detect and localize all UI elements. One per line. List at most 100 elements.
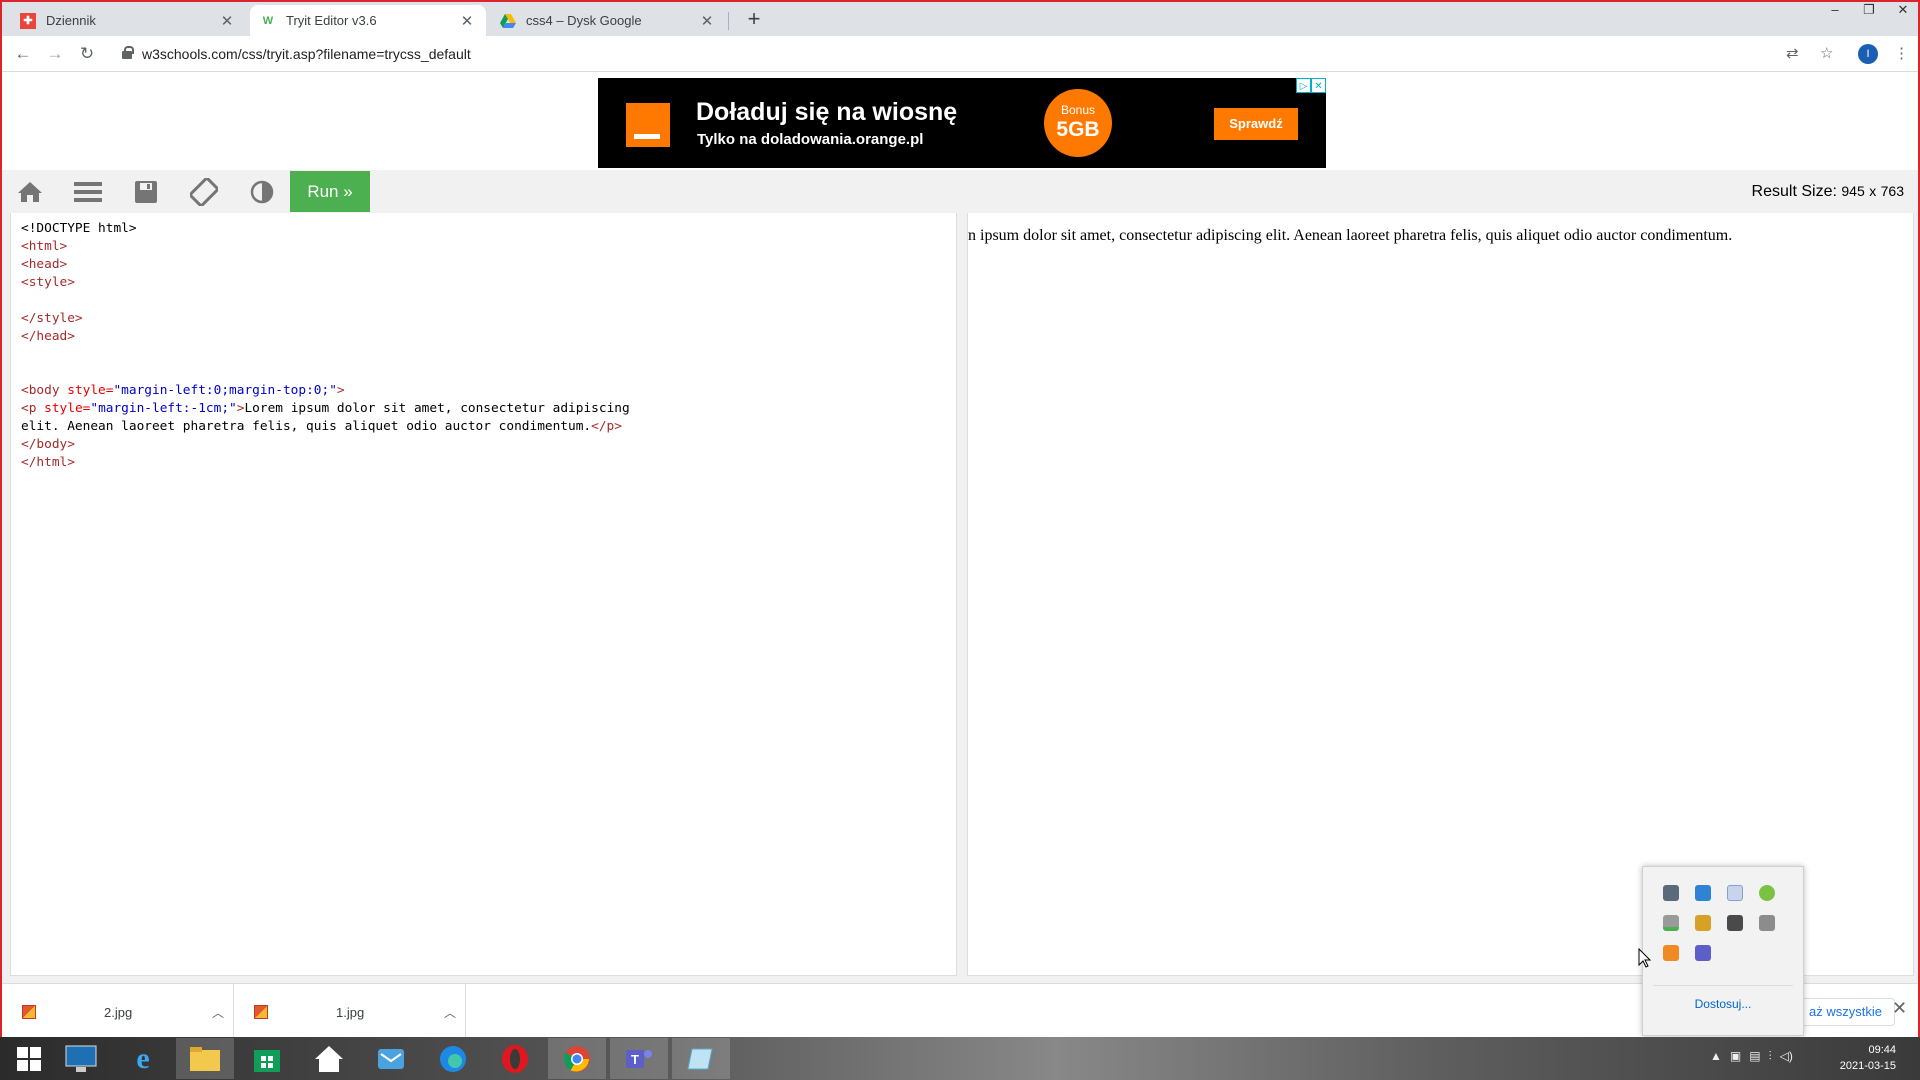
- teams-icon[interactable]: T: [610, 1038, 668, 1079]
- orange-banner-ad[interactable]: Doładuj się na wiosnę Tylko na doladowan…: [598, 78, 1326, 168]
- bookmark-star-icon[interactable]: ☆: [1820, 44, 1833, 62]
- home-icon[interactable]: [14, 176, 46, 208]
- code-token: </p>: [591, 419, 622, 434]
- dark-mode-icon[interactable]: [246, 176, 278, 208]
- tab-google-drive[interactable]: css4 – Dysk Google ✕: [490, 5, 726, 36]
- download-filename: 1.jpg: [336, 1004, 365, 1020]
- orange-logo: [626, 103, 670, 147]
- code-line[interactable]: <style>: [21, 274, 956, 292]
- result-paragraph: n ipsum dolor sit amet, consectetur adip…: [968, 227, 1733, 244]
- profile-avatar[interactable]: I: [1858, 44, 1878, 64]
- edge-icon[interactable]: [424, 1038, 482, 1079]
- code-line[interactable]: [21, 292, 956, 310]
- ad-close-icon[interactable]: ✕: [1311, 78, 1326, 93]
- lenovo-icon[interactable]: [52, 1038, 110, 1079]
- adchoices-icon[interactable]: ▷: [1296, 78, 1311, 93]
- teams-tray-icon[interactable]: [1695, 945, 1711, 961]
- bonus-label: Bonus: [1060, 103, 1096, 117]
- taskbar: e T ▲ ▣ ▤ ⫶ ◁) 09:44 2021-03-15: [0, 1037, 1920, 1080]
- chevron-up-icon[interactable]: ︿: [435, 1004, 465, 1021]
- code-line[interactable]: <html>: [21, 238, 956, 256]
- save-icon[interactable]: [130, 176, 162, 208]
- translate-icon[interactable]: ⇄: [1786, 44, 1799, 62]
- wifi-icon[interactable]: ⫶: [1769, 1049, 1772, 1064]
- close-window-icon[interactable]: ✕: [1888, 2, 1918, 22]
- code-token: <style>: [21, 275, 75, 290]
- code-line[interactable]: elit. Aenean laoreet pharetra felis, qui…: [21, 418, 956, 436]
- display-icon[interactable]: [1663, 885, 1679, 901]
- download-item[interactable]: 1.jpg ︿: [234, 984, 466, 1040]
- security-icon[interactable]: [1663, 915, 1679, 931]
- address-bar[interactable]: w3schools.com/css/tryit.asp?filename=try…: [110, 40, 1830, 68]
- forward-icon[interactable]: →: [42, 41, 68, 67]
- minimize-icon[interactable]: –: [1820, 2, 1850, 22]
- code-line[interactable]: <!DOCTYPE html>: [21, 220, 956, 238]
- home-icon[interactable]: [300, 1038, 358, 1079]
- svg-text:T: T: [631, 1052, 639, 1067]
- result-size: Result Size: 945 x 763: [1752, 183, 1904, 201]
- result-iframe[interactable]: n ipsum dolor sit amet, consectetur adip…: [967, 213, 1914, 976]
- result-width: 945: [1841, 183, 1865, 199]
- store-icon[interactable]: [238, 1038, 296, 1079]
- clock[interactable]: 09:44 2021-03-15: [1840, 1042, 1896, 1074]
- close-tab-icon[interactable]: ✕: [458, 12, 476, 30]
- update-icon[interactable]: [1759, 885, 1775, 901]
- explorer-icon[interactable]: [176, 1038, 234, 1079]
- result-x: x: [1869, 183, 1877, 199]
- java-icon[interactable]: [1663, 945, 1679, 961]
- bluetooth-icon[interactable]: [1727, 885, 1743, 901]
- run-button[interactable]: Run »: [290, 171, 370, 212]
- code-line[interactable]: </head>: [21, 328, 956, 346]
- adchoices[interactable]: ▷ ✕: [1296, 78, 1326, 93]
- menu-icon[interactable]: [72, 176, 104, 208]
- code-line[interactable]: [21, 364, 956, 382]
- code-line[interactable]: [21, 346, 956, 364]
- download-item[interactable]: 2.jpg ︿: [2, 984, 234, 1040]
- code-token: "margin-left:0;margin-top:0;": [113, 383, 337, 398]
- keyboard-icon[interactable]: [1727, 915, 1743, 931]
- ie-icon[interactable]: e: [114, 1038, 172, 1079]
- code-line[interactable]: </body>: [21, 436, 956, 454]
- network-icon[interactable]: [1695, 885, 1711, 901]
- package-icon[interactable]: [1695, 915, 1711, 931]
- start-icon[interactable]: [0, 1038, 58, 1079]
- network-status-icon[interactable]: ▣: [1730, 1049, 1741, 1064]
- notepad-icon[interactable]: [672, 1038, 730, 1079]
- ad-cta-button[interactable]: Sprawdź: [1214, 108, 1298, 140]
- chrome-icon[interactable]: [548, 1038, 606, 1079]
- code-line[interactable]: </html>: [21, 454, 956, 472]
- code-editor[interactable]: <!DOCTYPE html> <html> <head> <style> </styl…: [10, 213, 957, 976]
- customize-link[interactable]: Dostosuj...: [1643, 997, 1803, 1011]
- close-download-bar-icon[interactable]: ✕: [1892, 998, 1907, 1019]
- volume-icon[interactable]: ◁): [1780, 1049, 1793, 1064]
- code-line[interactable]: <p style="margin-left:-1cm;">Lorem ipsum…: [21, 400, 956, 418]
- printer-icon[interactable]: [1759, 915, 1775, 931]
- battery-icon[interactable]: ▤: [1749, 1049, 1760, 1064]
- back-icon[interactable]: ←: [10, 41, 36, 67]
- ad-headline: Doładuj się na wiosnę: [696, 98, 958, 126]
- w3schools-favicon: W: [262, 14, 274, 27]
- code-token: </body>: [21, 437, 75, 452]
- show-all-button[interactable]: aż wszystkie: [1796, 998, 1895, 1026]
- google-drive-favicon: [500, 13, 516, 29]
- opera-icon[interactable]: [486, 1038, 544, 1079]
- new-tab-button[interactable]: +: [740, 6, 768, 32]
- tab-dziennik[interactable]: ✚ Dziennik ✕: [10, 5, 246, 36]
- close-tab-icon[interactable]: ✕: [218, 12, 236, 30]
- code-line[interactable]: <body style="margin-left:0;margin-top:0;…: [21, 382, 956, 400]
- result-height: 763: [1880, 183, 1904, 199]
- code-line[interactable]: <head>: [21, 256, 956, 274]
- menu-kebab-icon[interactable]: ⋮: [1894, 44, 1909, 62]
- restore-icon[interactable]: ❐: [1854, 2, 1884, 22]
- url-text[interactable]: w3schools.com/css/tryit.asp?filename=try…: [142, 46, 471, 62]
- close-tab-icon[interactable]: ✕: [698, 12, 716, 30]
- show-hidden-icons-icon[interactable]: ▲: [1710, 1049, 1722, 1064]
- download-bar: 2.jpg ︿ 1.jpg ︿ aż wszystkie ✕: [2, 983, 1918, 1040]
- rotate-layout-icon[interactable]: [188, 176, 220, 208]
- tab-tryit-editor[interactable]: W Tryit Editor v3.6 ✕: [250, 5, 486, 36]
- chevron-up-icon[interactable]: ︿: [203, 1004, 233, 1021]
- code-line[interactable]: </style>: [21, 310, 956, 328]
- mail-icon[interactable]: [362, 1038, 420, 1079]
- ad-bonus-badge: Bonus 5GB: [1044, 89, 1112, 157]
- reload-icon[interactable]: ↻: [74, 41, 100, 67]
